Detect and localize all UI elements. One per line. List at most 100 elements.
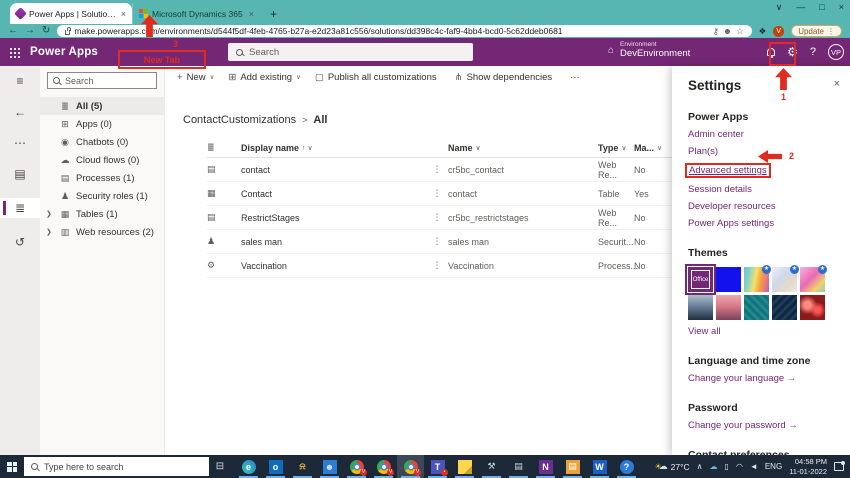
brand-title[interactable]: Power Apps — [30, 46, 98, 58]
cell-display-name[interactable]: Contact — [241, 189, 426, 199]
action-center-icon[interactable] — [834, 461, 845, 471]
close-icon[interactable]: × — [834, 78, 840, 90]
taskbar-app-icon[interactable]: N — [532, 455, 559, 478]
back-icon[interactable]: ← — [8, 26, 18, 36]
theme-tile[interactable] — [716, 267, 741, 292]
table-row[interactable]: ▤ contact ⋮ cr5bc_contact Web Re... No 6 — [207, 158, 672, 182]
rail-icon[interactable]: ≣ — [0, 198, 40, 218]
settings-link[interactable]: Power Apps settings — [688, 218, 774, 229]
volume-icon[interactable]: ◄ — [750, 462, 758, 471]
taskbar-app-icon[interactable]: ▤ — [505, 455, 532, 478]
sidebar-item[interactable]: ❯ ◉ Chatbots (0) — [40, 133, 164, 151]
row-menu-icon[interactable]: ⋮ — [426, 188, 448, 199]
theme-tile[interactable] — [744, 295, 769, 320]
window-menu-icon[interactable]: ∨ — [776, 2, 783, 13]
taskbar-app-icon[interactable]: V — [343, 455, 370, 478]
rail-icon[interactable]: ▤ — [0, 167, 40, 181]
language-indicator[interactable]: ENG — [765, 462, 782, 471]
onedrive-icon[interactable]: ☁ — [710, 462, 718, 471]
row-menu-icon[interactable]: ⋮ — [426, 260, 448, 271]
browser-avatar[interactable]: V — [773, 25, 785, 37]
wifi-icon[interactable]: ◠ — [736, 462, 743, 471]
sidebar-item[interactable]: ❯ ⊞ Apps (0) — [40, 115, 164, 133]
update-button[interactable]: Update ⋮ — [791, 25, 842, 37]
theme-tile[interactable]: Office — [685, 264, 716, 295]
command-button[interactable]: ··· — [570, 72, 588, 83]
key-icon[interactable]: ⚷ — [713, 26, 719, 37]
theme-tile[interactable] — [716, 295, 741, 320]
user-avatar[interactable]: VP — [828, 44, 844, 60]
taskbar-app-icon[interactable]: o — [262, 455, 289, 478]
row-menu-icon[interactable]: ⋮ — [426, 236, 448, 247]
taskbar-app-icon[interactable]: ⚒ — [478, 455, 505, 478]
column-name[interactable]: Name ∨ — [448, 143, 598, 153]
taskbar-app-icon[interactable]: V — [370, 455, 397, 478]
change-language-link[interactable]: Change your language → — [688, 373, 796, 384]
task-view-icon[interactable]: ⊟ — [209, 461, 231, 472]
table-row[interactable]: ▦ Contact ⋮ contact Table Yes 2 — [207, 182, 672, 206]
settings-link[interactable]: Admin center — [688, 129, 744, 140]
minimize-icon[interactable]: — — [796, 2, 805, 13]
tab-close-icon[interactable]: × — [121, 9, 126, 19]
start-button[interactable] — [0, 461, 24, 472]
address-bar[interactable]: make.powerapps.com/environments/d544f5df… — [57, 25, 752, 37]
settings-link[interactable]: Developer resources — [688, 201, 776, 212]
settings-link[interactable]: Advanced settings — [685, 163, 771, 178]
command-button[interactable]: + New ∨ — [177, 72, 214, 83]
taskbar-app-icon[interactable]: ⍾ — [289, 455, 316, 478]
row-menu-icon[interactable]: ⋮ — [426, 212, 448, 223]
theme-tile[interactable] — [688, 295, 713, 320]
sidebar-item[interactable]: ❯ ▦ Tables (1) — [40, 205, 164, 223]
sidebar-item[interactable]: ❯ ▥ Web resources (2) — [40, 223, 164, 241]
settings-link[interactable]: Session details — [688, 184, 752, 195]
chevron-right-icon[interactable]: ❯ — [46, 228, 54, 236]
sidebar-item[interactable]: ❯ ≣ All (5) — [40, 97, 164, 115]
cell-display-name[interactable]: Vaccination — [241, 261, 426, 271]
battery-icon[interactable]: ▯ — [725, 462, 729, 471]
taskbar-app-icon[interactable]: W — [586, 455, 613, 478]
tab-power-apps[interactable]: Power Apps | Solutions - Contact × — [10, 3, 132, 24]
column-managed[interactable]: Ma... ∨ — [634, 143, 672, 153]
forward-icon[interactable]: → — [25, 26, 35, 36]
table-row[interactable]: ▤ RestrictStages ⋮ cr5bc_restrictstages … — [207, 206, 672, 230]
header-search-input[interactable]: Search — [228, 43, 473, 61]
maximize-icon[interactable]: □ — [819, 2, 824, 13]
taskbar-app-icon[interactable]: V — [397, 455, 424, 478]
taskbar-app-icon[interactable]: e — [235, 455, 262, 478]
rail-icon[interactable]: ⋯ — [0, 136, 40, 150]
breadcrumb-parent[interactable]: ContactCustomizations — [183, 114, 296, 126]
view-all-link[interactable]: View all — [688, 326, 721, 337]
profile-icon[interactable]: ☻ — [723, 26, 732, 36]
theme-tile[interactable] — [800, 295, 825, 320]
taskbar-app-icon[interactable]: ▤ — [559, 455, 586, 478]
hidden-icons-chevron[interactable]: ∧ — [697, 462, 703, 471]
reload-icon[interactable]: ↻ — [42, 26, 50, 36]
table-row[interactable]: ♟ sales man ⋮ sales man Securit... No 2 — [207, 230, 672, 254]
taskbar-app-icon[interactable]: T • — [424, 455, 451, 478]
bookmark-star-icon[interactable]: ☆ — [736, 26, 744, 37]
taskbar-app-icon[interactable]: ? — [613, 455, 640, 478]
rail-icon[interactable]: ≡ — [0, 74, 40, 88]
weather-widget[interactable]: ☀ ☁ 27°C — [655, 461, 690, 472]
theme-tile[interactable] — [772, 295, 797, 320]
help-icon[interactable]: ? — [810, 46, 816, 58]
sidebar-item[interactable]: ❯ ▤ Processes (1) — [40, 169, 164, 187]
waffle-icon[interactable] — [9, 46, 20, 58]
taskbar-app-icon[interactable] — [451, 455, 478, 478]
environment-picker[interactable]: ⌂ Environment DevEnvironment — [608, 41, 690, 59]
new-tab-icon[interactable]: + — [270, 4, 277, 24]
chevron-right-icon[interactable]: ❯ — [46, 210, 54, 218]
rail-icon[interactable]: ← — [0, 105, 40, 119]
browser-menu-icon[interactable]: ⋮ — [827, 27, 835, 36]
sidebar-item[interactable]: ❯ ☁ Cloud flows (0) — [40, 151, 164, 169]
cell-display-name[interactable]: sales man — [241, 237, 426, 247]
column-type[interactable]: Type ∨ — [598, 143, 634, 153]
url-text[interactable]: make.powerapps.com/environments/d544f5df… — [74, 26, 708, 36]
command-button[interactable]: ▢ Publish all customizations — [315, 72, 441, 83]
change-password-link[interactable]: Change your password → — [688, 420, 798, 431]
table-row[interactable]: ⚙ Vaccination ⋮ Vaccination Process... N… — [207, 254, 672, 278]
sidebar-item[interactable]: ❯ ♟ Security roles (1) — [40, 187, 164, 205]
column-display-name[interactable]: Display name ↑ ∨ — [241, 143, 426, 153]
theme-tile[interactable]: ★ — [744, 265, 771, 292]
cell-display-name[interactable]: contact — [241, 165, 426, 175]
